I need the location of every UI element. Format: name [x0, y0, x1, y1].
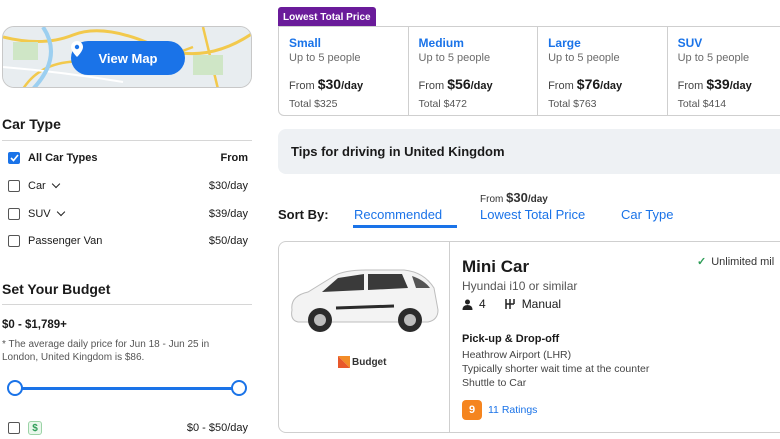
checkbox[interactable] [8, 180, 20, 192]
tile-name: Small [289, 36, 322, 50]
chevron-down-icon[interactable] [56, 207, 65, 217]
budget-slider-min-handle[interactable] [7, 380, 23, 396]
transmission: Manual [521, 297, 562, 311]
price-tile-medium[interactable]: Medium Up to 5 people From $56/day Total… [409, 27, 539, 115]
dollar-icon: $ [28, 421, 42, 435]
location-pin-icon [71, 41, 83, 57]
tile-per: /day [600, 80, 623, 92]
view-map-label: View Map [98, 50, 158, 66]
filter-passenger-van[interactable]: Passenger Van $50/day [8, 233, 248, 249]
car-specs: 4 Manual [462, 297, 561, 311]
budget-slider-max-handle[interactable] [231, 380, 247, 396]
filter-label: Car [28, 180, 46, 192]
budget-heading: Set Your Budget [2, 281, 111, 297]
filter-label: SUV [28, 208, 51, 220]
map-preview[interactable]: View Map [2, 26, 252, 88]
filter-car[interactable]: Car $30/day [8, 178, 248, 194]
tile-price: $39 [706, 76, 730, 92]
budget-range: $0 - $1,789+ [2, 319, 67, 331]
sort-from-price: From $30/day [480, 190, 548, 205]
price-tile-small[interactable]: Small Up to 5 people From $30/day Total … [279, 27, 409, 115]
sort-from-label: From [480, 194, 504, 205]
person-icon [462, 299, 473, 310]
filter-value: $0 - $50/day [186, 422, 248, 434]
checkbox[interactable] [8, 235, 20, 247]
gearbox-icon [504, 299, 515, 309]
tile-total: Total $472 [418, 98, 467, 110]
sort-from-per: /day [527, 194, 548, 205]
budget-logo-icon [338, 356, 350, 368]
tile-from: From [418, 80, 445, 92]
pickup-location: Heathrow Airport (LHR) [462, 349, 572, 361]
tile-from: From [677, 80, 704, 92]
checkbox[interactable] [8, 208, 20, 220]
divider [2, 304, 252, 305]
sort-option-car-type[interactable]: Car Type [621, 207, 674, 222]
brand-name: Budget [352, 356, 387, 368]
tile-price: $30 [317, 76, 342, 92]
card-divider [449, 242, 450, 432]
filter-value: From [220, 152, 249, 164]
tile-per: /day [341, 80, 364, 92]
check-icon [9, 154, 19, 162]
tile-per: /day [729, 80, 752, 92]
filter-value: $39/day [208, 208, 248, 220]
filter-label: Passenger Van [28, 235, 103, 247]
tile-name: SUV [677, 36, 703, 50]
filter-all-car-types[interactable]: All Car Types From [8, 150, 248, 166]
tile-from: From [289, 80, 315, 92]
ratings-link[interactable]: 11 Ratings [488, 404, 537, 416]
tile-people: Up to 5 people [548, 52, 620, 64]
car-type-heading: Car Type [2, 116, 61, 132]
budget-slider-track[interactable] [14, 387, 239, 390]
tile-price: $76 [576, 76, 601, 92]
tile-from: From [548, 80, 574, 92]
tile-people: Up to 5 people [677, 52, 750, 64]
tile-name: Large [548, 36, 581, 50]
rating-badge: 9 [462, 400, 482, 420]
active-sort-indicator [353, 225, 457, 228]
view-map-button[interactable]: View Map [71, 41, 185, 75]
tile-total: Total $763 [548, 98, 597, 110]
tips-text: Tips for driving in United Kingdom [291, 144, 505, 159]
lowest-price-badge: Lowest Total Price [278, 7, 376, 27]
pickup-note: Typically shorter wait time at the count… [462, 363, 650, 375]
car-model: Hyundai i10 or similar [462, 279, 578, 293]
tile-per: /day [470, 80, 493, 92]
price-tile-large[interactable]: Large Up to 5 people From $76/day Total … [538, 27, 668, 115]
tips-banner[interactable]: Tips for driving in United Kingdom [278, 129, 780, 174]
tile-price: $56 [447, 76, 471, 92]
tile-people: Up to 5 people [418, 52, 491, 64]
checkbox-checked[interactable] [8, 152, 20, 164]
check-icon: ✓ [697, 256, 707, 268]
sort-from-value: $30 [506, 190, 528, 205]
price-strip: Small Up to 5 people From $30/day Total … [278, 26, 780, 116]
unlimited-label: Unlimited mil [711, 256, 775, 268]
filter-budget-option[interactable]: $ $0 - $50/day [8, 420, 248, 436]
car-name: Mini Car [462, 257, 530, 276]
unlimited-mileage: ✓ Unlimited mil [697, 255, 774, 268]
tile-people: Up to 5 people [289, 52, 361, 64]
budget-note: * The average daily price for Jun 18 - J… [2, 339, 210, 363]
tile-name: Medium [418, 36, 464, 50]
chevron-down-icon[interactable] [51, 179, 60, 189]
brand-logo: Budget [338, 356, 386, 368]
filter-value: $30/day [208, 180, 248, 192]
sort-by-label: Sort By: [278, 207, 329, 222]
filter-label: All Car Types [28, 152, 98, 164]
divider [2, 140, 252, 141]
tile-total: Total $325 [289, 98, 338, 110]
filter-value: $50/day [208, 235, 248, 247]
price-tile-suv[interactable]: SUV Up to 5 people From $39/day Total $4… [668, 27, 780, 115]
checkbox[interactable] [8, 422, 20, 434]
pickup-shuttle: Shuttle to Car [462, 377, 527, 389]
seat-count: 4 [479, 297, 486, 311]
sort-option-recommended[interactable]: Recommended [354, 207, 442, 222]
pickup-heading: Pick-up & Drop-off [462, 333, 560, 345]
tile-total: Total $414 [677, 98, 727, 110]
car-image [291, 269, 439, 332]
sort-option-lowest-total-price[interactable]: Lowest Total Price [480, 207, 585, 222]
filter-suv[interactable]: SUV $39/day [8, 206, 248, 222]
